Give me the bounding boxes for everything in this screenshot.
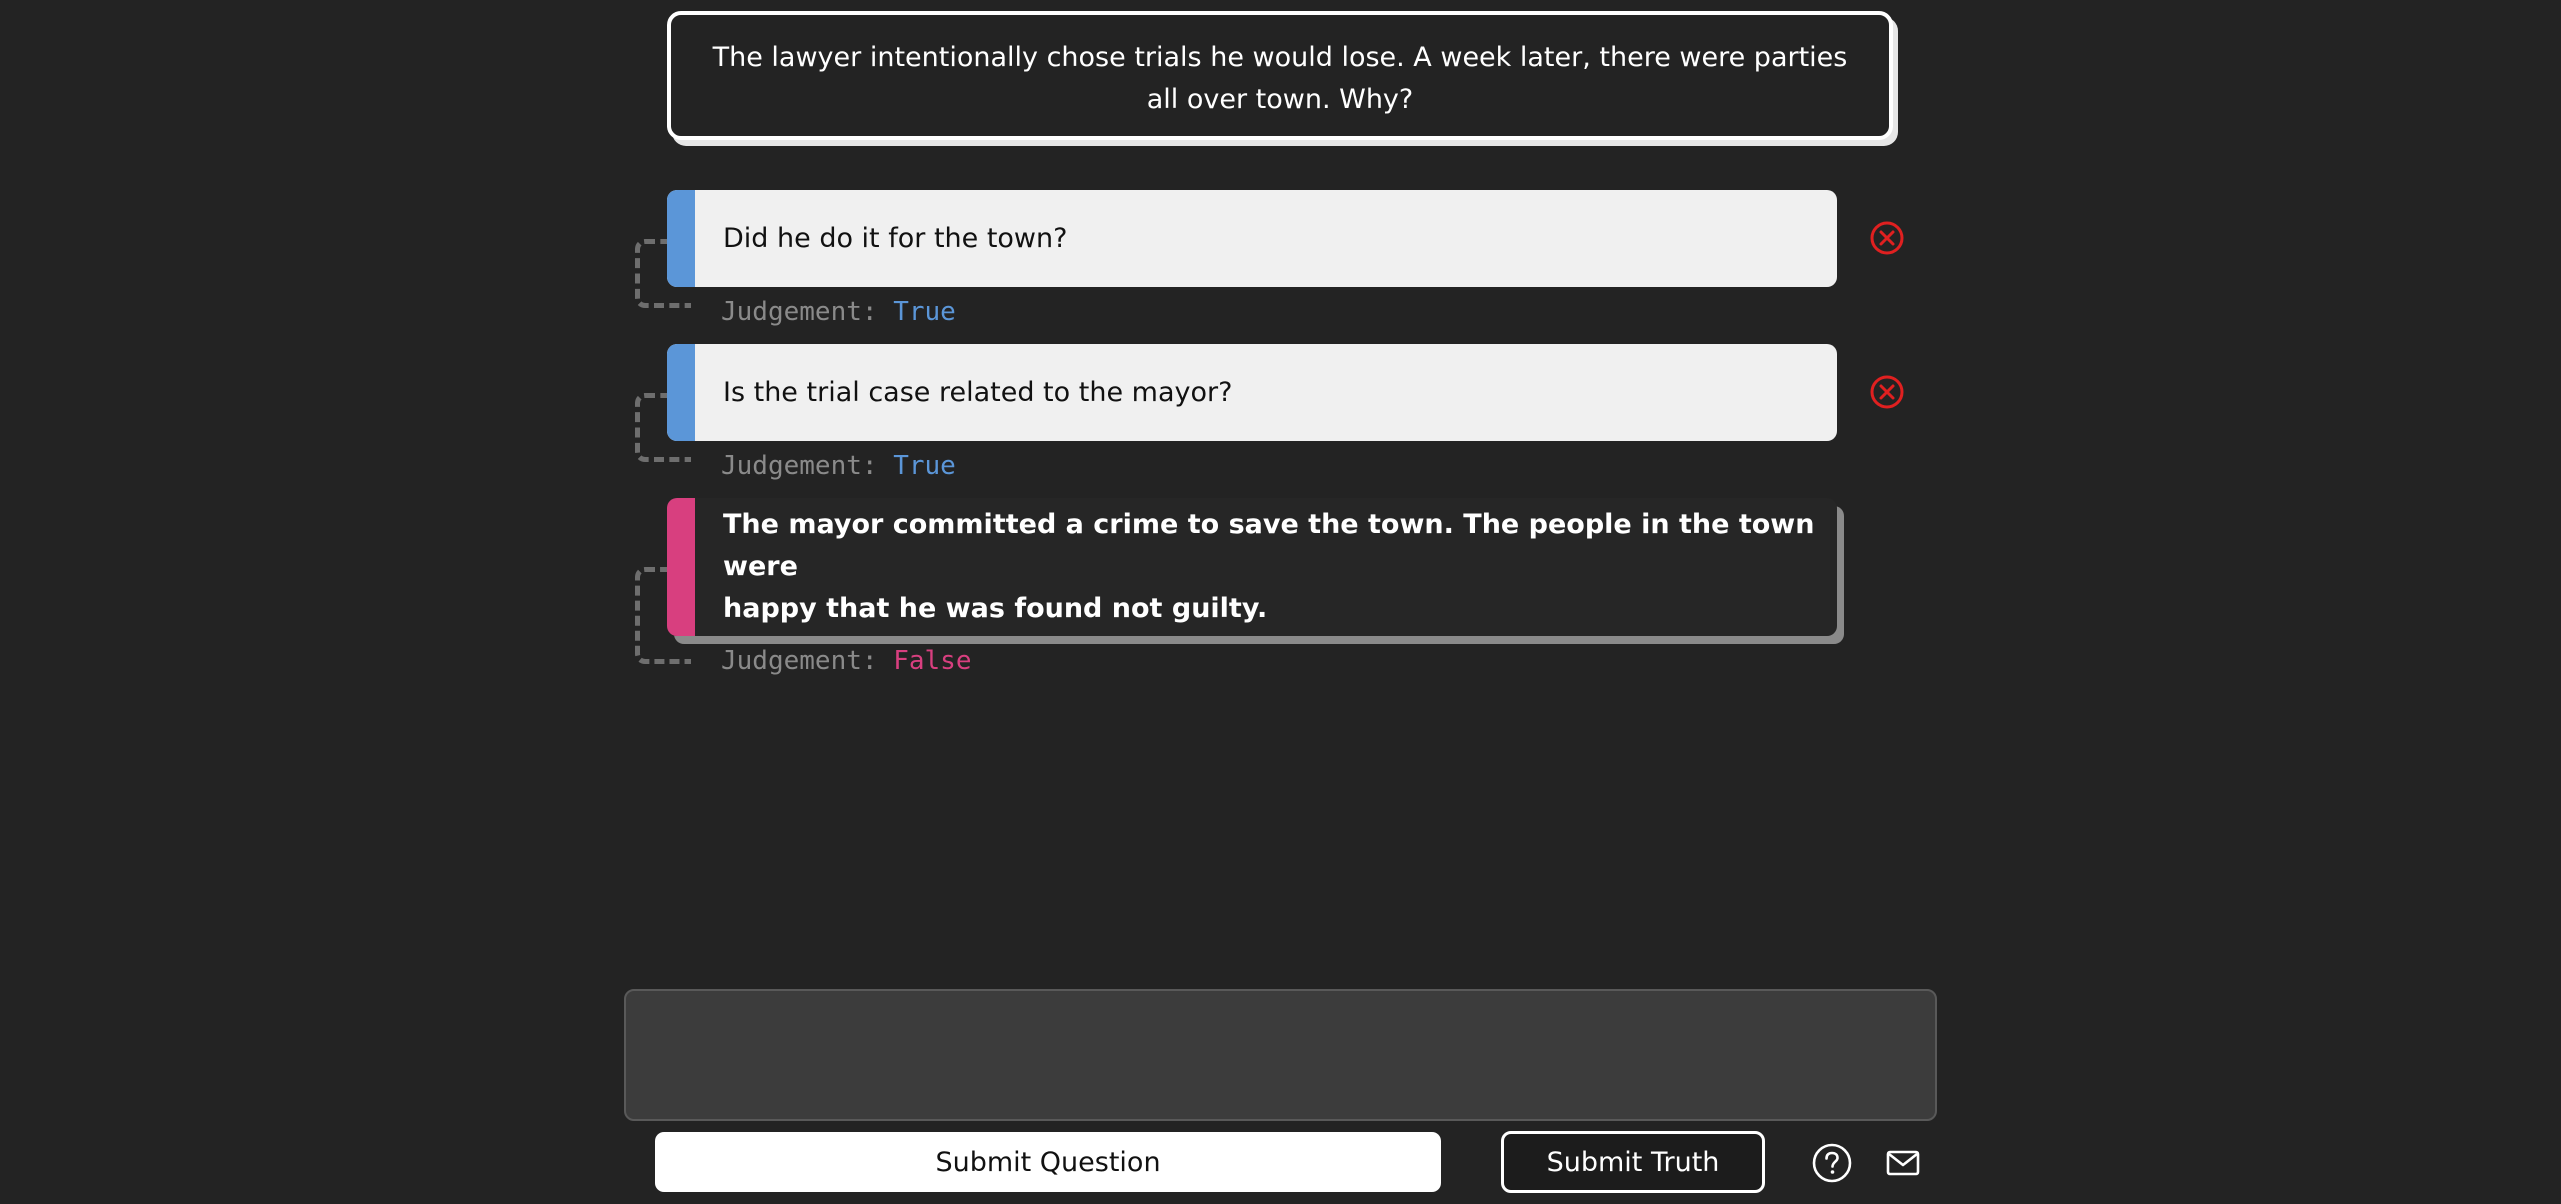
truth-text: The mayor committed a crime to save the …	[723, 504, 1837, 630]
judgement-value: True	[893, 297, 956, 327]
judgement: Judgement: True	[721, 297, 956, 327]
question-accent-stripe	[667, 344, 695, 441]
judgement: Judgement: True	[721, 451, 956, 481]
judgement-label: Judgement:	[721, 646, 878, 676]
close-circle-icon[interactable]	[1870, 375, 1904, 409]
help-circle-icon[interactable]	[1811, 1142, 1853, 1184]
question-input[interactable]	[624, 989, 1937, 1121]
puzzle-prompt: The lawyer intentionally chose trials he…	[667, 11, 1893, 140]
close-circle-icon[interactable]	[1870, 221, 1904, 255]
question-entry: Is the trial case related to the mayor? …	[635, 344, 1904, 481]
question-text: Did he do it for the town?	[723, 222, 1068, 254]
truth-accent-stripe	[667, 498, 695, 636]
truth-bubble: The mayor committed a crime to save the …	[667, 498, 1837, 636]
question-accent-stripe	[667, 190, 695, 287]
mail-icon[interactable]	[1882, 1142, 1924, 1184]
truth-entry: The mayor committed a crime to save the …	[635, 498, 1837, 676]
submit-question-button[interactable]: Submit Question	[655, 1132, 1441, 1192]
puzzle-game-page: The lawyer intentionally chose trials he…	[0, 0, 2561, 1204]
judgement-label: Judgement:	[721, 451, 878, 481]
judgement: Judgement: False	[721, 646, 971, 676]
judgement-value: False	[893, 646, 972, 676]
truth-text-line: happy that he was found not guilty.	[723, 593, 1268, 624]
judgement-value: True	[893, 451, 956, 481]
submit-truth-button[interactable]: Submit Truth	[1501, 1131, 1765, 1193]
question-bubble: Did he do it for the town?	[667, 190, 1837, 287]
question-bubble: Is the trial case related to the mayor?	[667, 344, 1837, 441]
judgement-label: Judgement:	[721, 297, 878, 327]
question-text: Is the trial case related to the mayor?	[723, 376, 1233, 408]
puzzle-prompt-text: The lawyer intentionally chose trials he…	[712, 42, 1848, 115]
truth-text-line: The mayor committed a crime to save the …	[723, 509, 1815, 582]
question-entry: Did he do it for the town? Judgement: Tr…	[635, 190, 1904, 327]
